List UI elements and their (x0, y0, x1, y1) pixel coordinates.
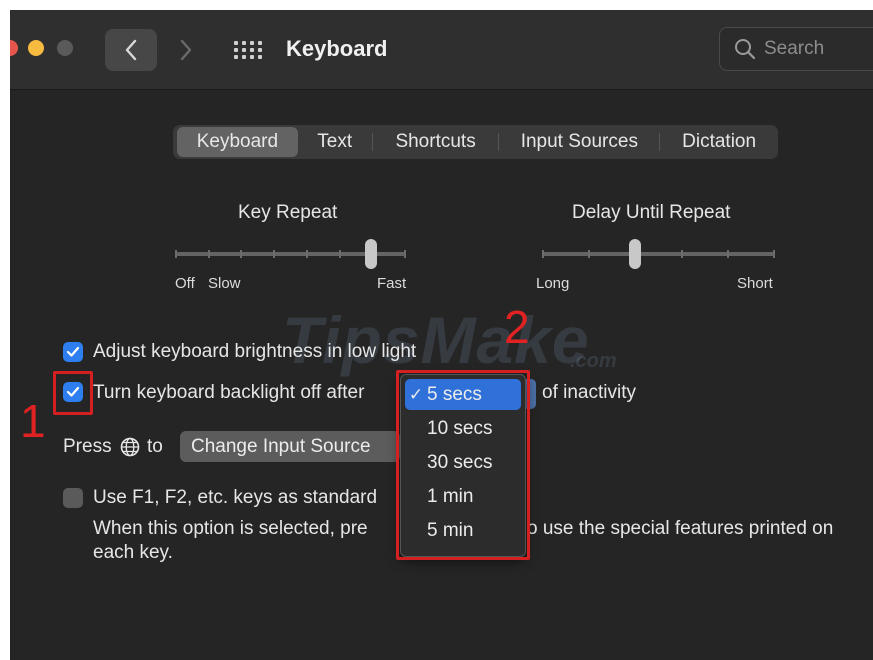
chevron-left-icon (125, 39, 137, 61)
chevron-right-icon (180, 39, 192, 61)
to-label: to (147, 436, 163, 457)
annotation-number-1: 1 (20, 395, 46, 447)
window-title: Keyboard (286, 36, 388, 61)
annotation-box-dropdown (396, 370, 530, 560)
zoom-window-button[interactable] (57, 40, 73, 56)
tab-text[interactable]: Text (298, 127, 372, 157)
slider-tick (175, 250, 177, 258)
slider-tick (726, 250, 729, 258)
annotation-number-2: 2 (504, 301, 530, 353)
search-field[interactable]: Search (719, 27, 873, 71)
minimize-window-button[interactable] (28, 40, 44, 56)
annotation-box-checkbox (53, 371, 93, 415)
key-repeat-fast-label: Fast (377, 275, 407, 292)
slider-tick (240, 250, 243, 258)
slider-tick (773, 250, 775, 258)
press-label: Press (63, 436, 112, 457)
key-repeat-off-label: Off (175, 275, 195, 292)
delay-until-repeat-title: Delay Until Repeat (572, 202, 731, 223)
globe-action-popup[interactable]: Change Input Source (180, 431, 400, 462)
tab-keyboard[interactable]: Keyboard (177, 127, 298, 157)
inactivity-label: of inactivity (542, 382, 636, 403)
key-repeat-slow-label: Slow (208, 275, 241, 292)
title-bar: Keyboard Search (10, 10, 873, 90)
watermark-logo: TipsMake (282, 303, 590, 377)
tab-bar: Keyboard Text Shortcuts Input Sources Di… (173, 125, 778, 159)
tab-shortcuts[interactable]: Shortcuts (373, 127, 499, 157)
show-all-grid-icon[interactable] (232, 39, 264, 61)
checkmark-icon (66, 346, 80, 357)
search-icon (735, 39, 756, 60)
slider-tick (305, 250, 308, 258)
delay-short-label: Short (737, 275, 773, 292)
fn-keys-checkbox[interactable] (63, 488, 83, 508)
slider-tick (404, 250, 406, 258)
preferences-window: Keyboard Search Keyboard Text Shortcuts … (10, 10, 873, 660)
delay-until-repeat-knob[interactable] (629, 239, 642, 269)
forward-button[interactable] (160, 29, 212, 71)
slider-tick (273, 250, 276, 258)
search-placeholder: Search (764, 38, 825, 59)
back-button[interactable] (105, 29, 157, 71)
slider-tick (207, 250, 210, 258)
slider-tick (338, 250, 341, 258)
delay-until-repeat-track[interactable] (543, 252, 774, 256)
key-repeat-knob[interactable] (364, 239, 377, 269)
key-repeat-title: Key Repeat (238, 202, 338, 223)
backlight-off-label: Turn keyboard backlight off after (93, 382, 365, 403)
tab-input-sources[interactable]: Input Sources (499, 127, 659, 157)
delay-long-label: Long (536, 275, 570, 292)
slider-tick (680, 250, 683, 258)
tab-dictation[interactable]: Dictation (660, 127, 778, 157)
fn-keys-description-cont: o use the special features printed on (527, 518, 834, 539)
watermark-suffix: .com (570, 350, 617, 372)
globe-icon (120, 437, 140, 457)
fn-keys-description-line2: each key. (93, 542, 173, 563)
slider-tick (588, 250, 591, 258)
fn-keys-label: Use F1, F2, etc. keys as standard (93, 487, 378, 508)
fn-keys-description: When this option is selected, pre (93, 518, 368, 539)
adjust-brightness-label: Adjust keyboard brightness in low light (93, 341, 417, 362)
slider-tick (542, 250, 544, 258)
close-window-button[interactable] (10, 40, 18, 56)
adjust-brightness-checkbox[interactable] (63, 342, 83, 362)
